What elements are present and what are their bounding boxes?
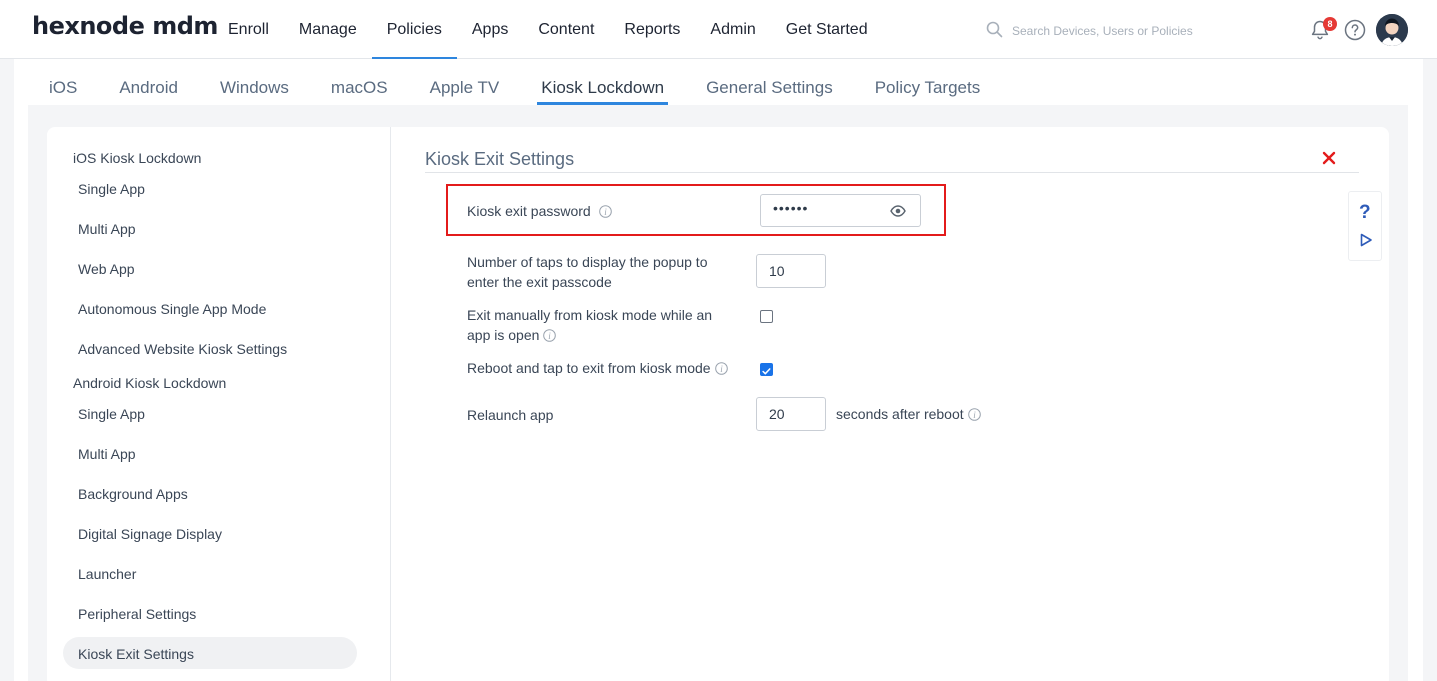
sidebar-item-background-apps[interactable]: Background Apps (78, 486, 188, 502)
policy-tabs: iOS Android Windows macOS Apple TV Kiosk… (28, 59, 1001, 105)
main-nav: Enroll Manage Policies Apps Content Repo… (213, 0, 883, 60)
reboot-tap-row: Reboot and tap to exit from kiosk mode i (467, 358, 728, 378)
nav-get-started[interactable]: Get Started (771, 0, 883, 59)
svg-text:i: i (720, 364, 723, 374)
top-navigation-bar: hexnode mdm Enroll Manage Policies Apps … (0, 0, 1437, 60)
user-avatar[interactable] (1376, 14, 1408, 46)
settings-card: iOS Kiosk Lockdown Single App Multi App … (47, 127, 1389, 681)
sidebar-item-autonomous-single-app-mode[interactable]: Autonomous Single App Mode (78, 301, 266, 317)
nav-manage[interactable]: Manage (284, 0, 372, 59)
exit-manually-label-line1: Exit manually from kiosk mode while an (467, 307, 713, 323)
sidebar-item-digital-signage-display[interactable]: Digital Signage Display (78, 526, 222, 542)
sidebar-item-web-app[interactable]: Web App (78, 261, 135, 277)
tab-windows[interactable]: Windows (199, 59, 310, 105)
sidebar-group-android-kiosk-lockdown[interactable]: Android Kiosk Lockdown (73, 375, 226, 391)
info-icon[interactable]: i (598, 205, 612, 218)
policy-page: iOS Android Windows macOS Apple TV Kiosk… (14, 59, 1423, 681)
number-of-taps-label-line1: Number of taps to display the popup to (467, 254, 708, 270)
relaunch-app-label: Relaunch app (467, 407, 554, 423)
sidebar-item-android-multi-app[interactable]: Multi App (78, 446, 136, 462)
search-input[interactable] (1012, 21, 1222, 41)
info-icon[interactable]: i (543, 329, 557, 342)
help-question-icon[interactable]: ? (1359, 202, 1371, 224)
nav-reports[interactable]: Reports (609, 0, 695, 59)
nav-enroll[interactable]: Enroll (213, 0, 284, 59)
sidebar-item-android-single-app[interactable]: Single App (78, 406, 145, 422)
kiosk-exit-password-field[interactable]: •••••• (760, 194, 921, 227)
tab-policy-targets[interactable]: Policy Targets (854, 59, 1002, 105)
sidebar-item-advanced-website-kiosk-settings[interactable]: Advanced Website Kiosk Settings (78, 341, 287, 357)
sidebar-item-ios-single-app[interactable]: Single App (78, 181, 145, 197)
password-masked-value: •••••• (773, 200, 809, 216)
sidebar-item-kiosk-exit-settings[interactable]: Kiosk Exit Settings (78, 646, 194, 662)
exit-manually-label-line2: app is open (467, 327, 540, 343)
checkmark-icon (762, 368, 771, 375)
info-icon[interactable]: i (967, 408, 981, 421)
relaunch-seconds-input[interactable] (756, 397, 826, 431)
search-icon (986, 21, 1003, 38)
sidebar-group-ios-kiosk-lockdown[interactable]: iOS Kiosk Lockdown (73, 150, 201, 166)
help-circle-icon[interactable] (1344, 19, 1366, 41)
reboot-tap-checkbox[interactable] (760, 363, 773, 376)
notification-badge: 8 (1323, 17, 1337, 31)
kiosk-exit-settings-panel: Kiosk Exit Settings Kiosk exit password … (425, 127, 1382, 681)
tab-android[interactable]: Android (98, 59, 199, 105)
nav-admin[interactable]: Admin (695, 0, 770, 59)
search-box[interactable] (986, 19, 1226, 43)
tab-general-settings[interactable]: General Settings (685, 59, 854, 105)
svg-text:i: i (973, 410, 976, 420)
floating-help-widget: ? (1348, 191, 1382, 261)
tab-macos[interactable]: macOS (310, 59, 409, 105)
nav-content[interactable]: Content (523, 0, 609, 59)
tab-kiosk-lockdown[interactable]: Kiosk Lockdown (520, 59, 685, 105)
nav-apps[interactable]: Apps (457, 0, 523, 59)
kiosk-exit-password-label: Kiosk exit password (467, 203, 591, 219)
play-video-icon[interactable] (1359, 233, 1373, 247)
nav-policies[interactable]: Policies (371, 0, 458, 60)
sidebar-item-peripheral-settings[interactable]: Peripheral Settings (78, 606, 196, 622)
close-icon[interactable] (1321, 150, 1337, 166)
panel-title: Kiosk Exit Settings (425, 149, 575, 169)
exit-manually-label-line2-wrap: app is open i (467, 325, 712, 345)
kiosk-exit-password-row: Kiosk exit password i (467, 201, 612, 221)
exit-manually-label: Exit manually from kiosk mode while an a… (467, 305, 712, 345)
number-of-taps-label-line2: enter the exit passcode (467, 274, 612, 290)
reboot-tap-label: Reboot and tap to exit from kiosk mode (467, 360, 711, 376)
hexnode-logo[interactable]: hexnode mdm (32, 12, 218, 40)
title-divider (425, 172, 1359, 173)
tab-ios[interactable]: iOS (28, 59, 98, 105)
info-icon[interactable]: i (714, 362, 728, 375)
kiosk-sidebar: iOS Kiosk Lockdown Single App Multi App … (47, 127, 391, 681)
number-of-taps-label: Number of taps to display the popup to e… (467, 252, 707, 292)
relaunch-suffix-text: seconds after reboot (836, 406, 964, 422)
tab-apple-tv[interactable]: Apple TV (409, 59, 521, 105)
content-area: iOS Kiosk Lockdown Single App Multi App … (28, 105, 1408, 681)
show-password-eye-icon[interactable] (890, 203, 906, 219)
svg-text:i: i (549, 331, 552, 341)
relaunch-suffix-row: seconds after reboot i (836, 406, 981, 422)
exit-manually-checkbox[interactable] (760, 310, 773, 323)
avatar-icon (1376, 14, 1408, 46)
sidebar-item-ios-multi-app[interactable]: Multi App (78, 221, 136, 237)
number-of-taps-input[interactable] (756, 254, 826, 288)
sidebar-item-launcher[interactable]: Launcher (78, 566, 136, 582)
svg-text:i: i (604, 207, 607, 217)
